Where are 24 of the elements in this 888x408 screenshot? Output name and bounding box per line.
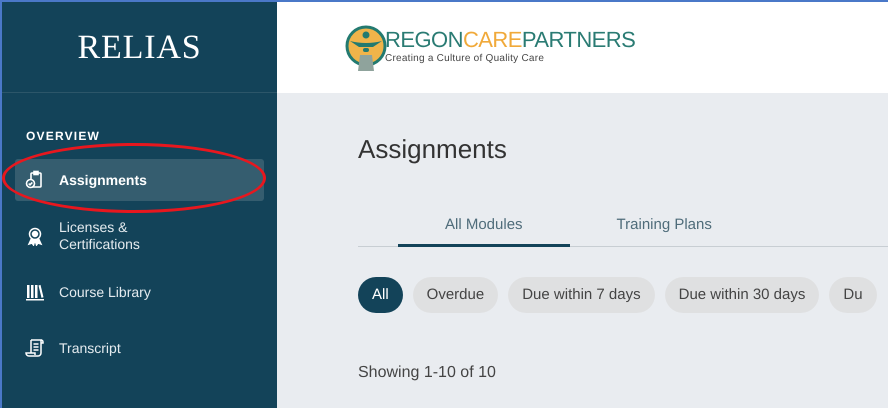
filter-chip[interactable]: Due within 30 days xyxy=(664,277,820,313)
sidebar-item[interactable]: Assignments xyxy=(15,159,264,201)
page-title: Assignments xyxy=(358,133,508,165)
filter-chip[interactable]: Du xyxy=(829,277,877,313)
relias-logo: RELIAS xyxy=(77,28,202,68)
award-ribbon-icon xyxy=(25,226,45,246)
logo-text: REGON xyxy=(385,29,463,51)
filter-chip[interactable]: All xyxy=(358,277,403,313)
books-icon xyxy=(25,282,45,302)
filter-chip[interactable]: Due within 7 days xyxy=(508,277,655,313)
scroll-icon xyxy=(25,338,45,358)
sidebar-item[interactable]: Transcript xyxy=(15,327,264,369)
logo-text: PARTNERS xyxy=(522,29,636,51)
tab[interactable]: All Modules xyxy=(398,207,570,247)
logo-text: CARE xyxy=(462,29,522,51)
logo-tagline: Creating a Culture of Quality Care xyxy=(385,52,546,66)
tree-figure-icon xyxy=(345,24,387,70)
results-count: Showing 1-10 of 10 xyxy=(358,363,497,383)
clipboard-check-icon xyxy=(25,170,45,190)
section-heading: OVERVIEW xyxy=(26,128,102,145)
sidebar-item[interactable]: Course Library xyxy=(15,271,264,313)
tab[interactable]: Training Plans xyxy=(570,207,759,247)
filter-chip[interactable]: Overdue xyxy=(412,277,498,313)
sidebar-item[interactable]: Licenses & Certifications xyxy=(15,215,264,257)
